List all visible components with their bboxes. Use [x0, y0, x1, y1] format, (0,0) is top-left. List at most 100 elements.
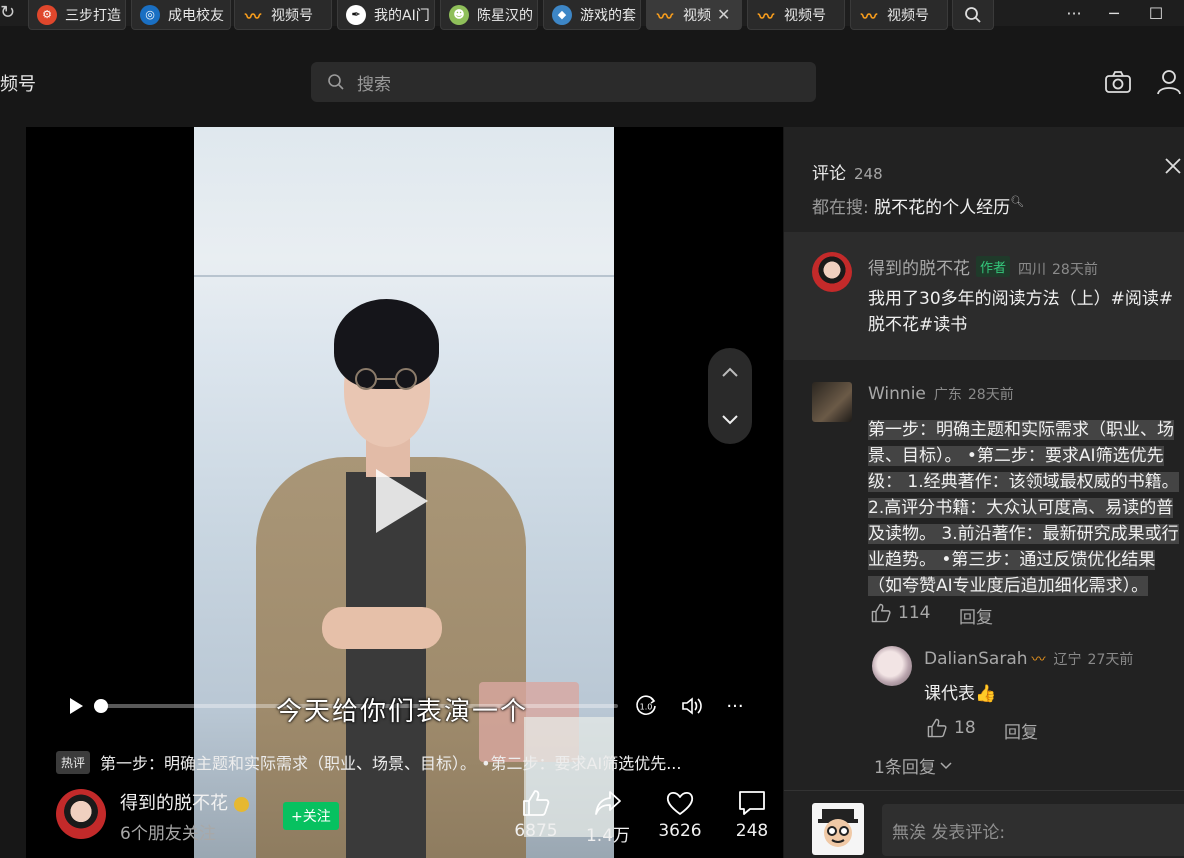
tab-search-button[interactable] — [952, 0, 994, 30]
channels-icon: 〰 — [656, 6, 673, 26]
author-badge: 作者 — [976, 256, 1011, 277]
previous-video-button[interactable] — [708, 348, 752, 396]
author-avatar[interactable] — [812, 252, 852, 292]
commenter-avatar[interactable] — [812, 382, 852, 422]
comment-time: 28天前 — [967, 387, 1014, 403]
author-name[interactable]: 得到的脱不花 — [120, 789, 249, 815]
tab-4[interactable]: ✒ 我的AI门 — [337, 0, 435, 30]
comment-location: 辽宁 — [1053, 652, 1082, 668]
tab-3[interactable]: 〰 视频号 — [234, 0, 332, 30]
verified-badge-icon — [234, 796, 249, 812]
friends-following-text: 6个朋友关注 — [120, 824, 216, 844]
progress-handle[interactable] — [94, 699, 108, 713]
author-avatar[interactable] — [56, 789, 106, 839]
commenter-name[interactable]: 得到的脱不花 — [868, 259, 970, 279]
app-title: 频号 — [0, 74, 36, 95]
video-description[interactable]: 热评 第一步：明确主题和实际需求（职业、场景、目标）。 •第二步：要求AI筛选优… — [56, 749, 746, 775]
trending-search[interactable]: 都在搜: 脱不花的个人经历🔍︎ — [812, 193, 1024, 218]
close-tab-icon[interactable]: ✕ — [717, 5, 730, 24]
tab-2[interactable]: ◎ 成电校友 — [131, 0, 231, 30]
reply-text: 课代表👍 — [924, 684, 997, 704]
comment-location: 广东 — [933, 387, 962, 403]
close-icon — [1165, 158, 1181, 174]
chevron-down-icon — [722, 415, 738, 425]
share-button[interactable]: 1.4万 — [578, 787, 638, 846]
svg-text:1.0: 1.0 — [640, 703, 653, 712]
thumbs-up-icon — [871, 603, 891, 623]
like-count: 6875 — [514, 821, 558, 841]
reply-button[interactable]: 回复 — [1004, 718, 1038, 743]
chevron-down-icon — [940, 761, 952, 769]
reply-like-button[interactable]: 18 — [926, 718, 976, 738]
favorite-button[interactable]: 3626 — [650, 787, 710, 841]
minimize-button[interactable]: ─ — [1094, 0, 1134, 26]
more-options-icon[interactable]: ··· — [722, 691, 748, 721]
reply-button[interactable]: 回复 — [959, 603, 993, 628]
tab-7-active[interactable]: 〰 视频 ✕ — [646, 0, 742, 30]
search-placeholder: 搜索 — [357, 74, 391, 95]
comments-count: 248 — [854, 165, 883, 183]
game-icon: ☻ — [449, 4, 469, 25]
commenter-name[interactable]: DalianSarah — [924, 649, 1028, 669]
browser-tab-strip: ↻ ⚙ 三步打造 ◎ 成电校友 〰 视频号 ✒ 我的AI门 ☻ 陈星汉的 ◆ 游… — [0, 0, 1184, 30]
favorite-count: 3626 — [658, 821, 702, 841]
video-nav — [708, 348, 752, 444]
tab-1[interactable]: ⚙ 三步打造 — [28, 0, 126, 30]
tab-9[interactable]: 〰 视频号 — [850, 0, 948, 30]
quill-icon: ✒ — [346, 4, 366, 25]
pinned-author-comment: 得到的脱不花 作者 四川 28天前 我用了30多年的阅读方法（上）#阅读# 脱不花#读… — [784, 232, 1184, 360]
search-icon: 🔍︎ — [1010, 195, 1025, 208]
game-icon-2: ◆ — [552, 4, 572, 25]
play-button[interactable] — [64, 691, 88, 721]
volume-button[interactable] — [678, 691, 706, 721]
video-subtitle: 今天给你们表演一个 — [276, 697, 529, 727]
search-input[interactable]: 搜索 — [311, 62, 816, 102]
commenter-name[interactable]: Winnie — [868, 384, 926, 404]
comments-panel: 评论 248 都在搜: 脱不花的个人经历🔍︎ 得到的脱不花 作者 四川 28天前 我用了… — [784, 127, 1184, 858]
channels-icon: 〰 — [757, 6, 774, 26]
user-icon[interactable] — [1154, 68, 1184, 96]
expand-replies-button[interactable]: 1条回复 — [874, 753, 952, 778]
red-app-icon: ⚙ — [37, 4, 57, 25]
next-video-button[interactable] — [708, 396, 752, 444]
close-comments-button[interactable] — [1164, 157, 1182, 179]
comment-location: 四川 — [1018, 262, 1047, 278]
comment-button[interactable]: 248 — [722, 787, 782, 841]
camera-icon[interactable] — [1103, 68, 1133, 96]
comments-title: 评论 248 — [812, 164, 883, 184]
comment-like-button[interactable]: 114 — [870, 603, 930, 623]
comment-icon — [739, 791, 765, 815]
comment-input[interactable]: 無涘 发表评论: — [882, 804, 1184, 856]
uestc-icon: ◎ — [140, 4, 160, 25]
playback-speed-button[interactable]: 1.0 — [632, 691, 660, 721]
volume-icon — [682, 697, 702, 715]
divider — [784, 790, 1184, 791]
follow-button[interactable]: +关注 — [283, 802, 339, 830]
tab-8[interactable]: 〰 视频号 — [747, 0, 845, 30]
reply-like-count: 18 — [954, 718, 976, 738]
comment-text: 我用了30多年的阅读方法（上）#阅读# 脱不花#读书 — [868, 289, 1174, 335]
thumbs-up-icon — [523, 790, 550, 816]
chevron-up-icon — [722, 367, 738, 377]
comment-text: 第一步：明确主题和实际需求（职业、场 景、目标）。 •第二步：要求AI筛选优先 … — [868, 420, 1179, 596]
share-icon — [595, 791, 621, 815]
my-avatar[interactable] — [812, 803, 864, 855]
play-icon — [70, 698, 83, 714]
hot-comment-badge: 热评 — [56, 750, 91, 774]
refresh-icon[interactable]: ↻ — [0, 2, 15, 23]
tab-5[interactable]: ☻ 陈星汉的 — [440, 0, 538, 30]
author-row: 得到的脱不花 6个朋友关注 +关注 6875 1.4万 3626 248 — [56, 787, 768, 847]
commenter-avatar[interactable] — [872, 646, 912, 686]
more-icon[interactable]: ··· — [1054, 0, 1094, 26]
search-icon — [328, 74, 344, 90]
center-play-icon[interactable] — [376, 469, 428, 533]
maximize-button[interactable]: ☐ — [1136, 0, 1176, 26]
video-player[interactable]: 1.0 ··· 今天给你们表演一个 热评 第一步：明确主题和实际需求（职业、场景… — [26, 127, 783, 858]
like-button[interactable]: 6875 — [506, 787, 566, 841]
share-count: 1.4万 — [585, 826, 631, 846]
trending-search-keyword: 脱不花的个人经历 — [874, 198, 1011, 218]
comment-count: 248 — [735, 821, 769, 841]
tab-6[interactable]: ◆ 游戏的套 — [543, 0, 641, 30]
heart-icon — [666, 791, 694, 815]
channels-icon: 〰 — [860, 6, 877, 26]
